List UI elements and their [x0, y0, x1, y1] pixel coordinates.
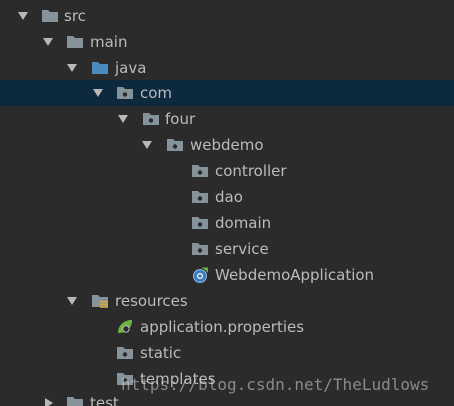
package-icon	[166, 137, 184, 153]
tree-node-src[interactable]: src	[0, 3, 454, 29]
tree-node-label: dao	[215, 188, 243, 206]
expand-arrow-icon[interactable]	[93, 89, 103, 97]
tree-node-domain[interactable]: domain	[0, 210, 454, 236]
tree-node-label: static	[140, 344, 182, 362]
tree-node-label: test	[90, 394, 119, 406]
tree-node-application-properties[interactable]: application.properties	[0, 314, 454, 340]
tree-node-label: four	[165, 110, 196, 128]
tree-node-label: resources	[115, 292, 188, 310]
package-icon	[191, 163, 209, 179]
project-tree: src main java com four webdemo controlle…	[0, 0, 454, 406]
expand-arrow-icon[interactable]	[118, 115, 128, 123]
tree-node-label: webdemo	[190, 136, 264, 154]
expand-arrow-icon[interactable]	[43, 38, 53, 46]
package-icon	[191, 215, 209, 231]
package-icon	[116, 85, 134, 101]
tree-node-label: com	[140, 84, 173, 102]
folder-icon	[66, 34, 84, 50]
package-icon	[191, 241, 209, 257]
collapse-arrow-icon[interactable]	[45, 398, 53, 406]
package-icon	[142, 111, 160, 127]
tree-node-label: src	[64, 7, 86, 25]
expand-arrow-icon[interactable]	[142, 141, 152, 149]
expand-arrow-icon[interactable]	[67, 64, 77, 72]
tree-node-controller[interactable]: controller	[0, 158, 454, 184]
expand-arrow-icon[interactable]	[18, 12, 28, 20]
tree-node-label: service	[215, 240, 269, 258]
watermark-text: https://blog.csdn.net/TheLudlows	[121, 375, 430, 394]
spring-properties-icon	[116, 319, 134, 335]
tree-node-label: domain	[215, 214, 272, 232]
tree-node-label: WebdemoApplication	[215, 266, 375, 284]
tree-node-service[interactable]: service	[0, 236, 454, 262]
tree-node-main[interactable]: main	[0, 29, 454, 55]
tree-node-webdemo[interactable]: webdemo	[0, 132, 454, 158]
package-icon	[191, 189, 209, 205]
tree-node-label: controller	[215, 162, 287, 180]
resources-folder-icon	[91, 293, 109, 309]
source-folder-icon	[91, 60, 109, 76]
expand-arrow-icon[interactable]	[67, 297, 77, 305]
tree-node-label: java	[115, 59, 147, 77]
tree-node-resources[interactable]: resources	[0, 288, 454, 314]
tree-node-four[interactable]: four	[0, 106, 454, 132]
tree-node-dao[interactable]: dao	[0, 184, 454, 210]
folder-icon	[66, 395, 84, 406]
tree-node-webdemo-application[interactable]: WebdemoApplication	[0, 262, 454, 288]
tree-node-static[interactable]: static	[0, 340, 454, 366]
tree-node-com[interactable]: com	[0, 80, 454, 106]
tree-node-java[interactable]: java	[0, 55, 454, 81]
tree-node-label: main	[90, 33, 128, 51]
package-icon	[116, 345, 134, 361]
folder-icon	[41, 8, 59, 24]
spring-boot-class-icon	[191, 267, 209, 283]
tree-node-label: application.properties	[140, 318, 305, 336]
